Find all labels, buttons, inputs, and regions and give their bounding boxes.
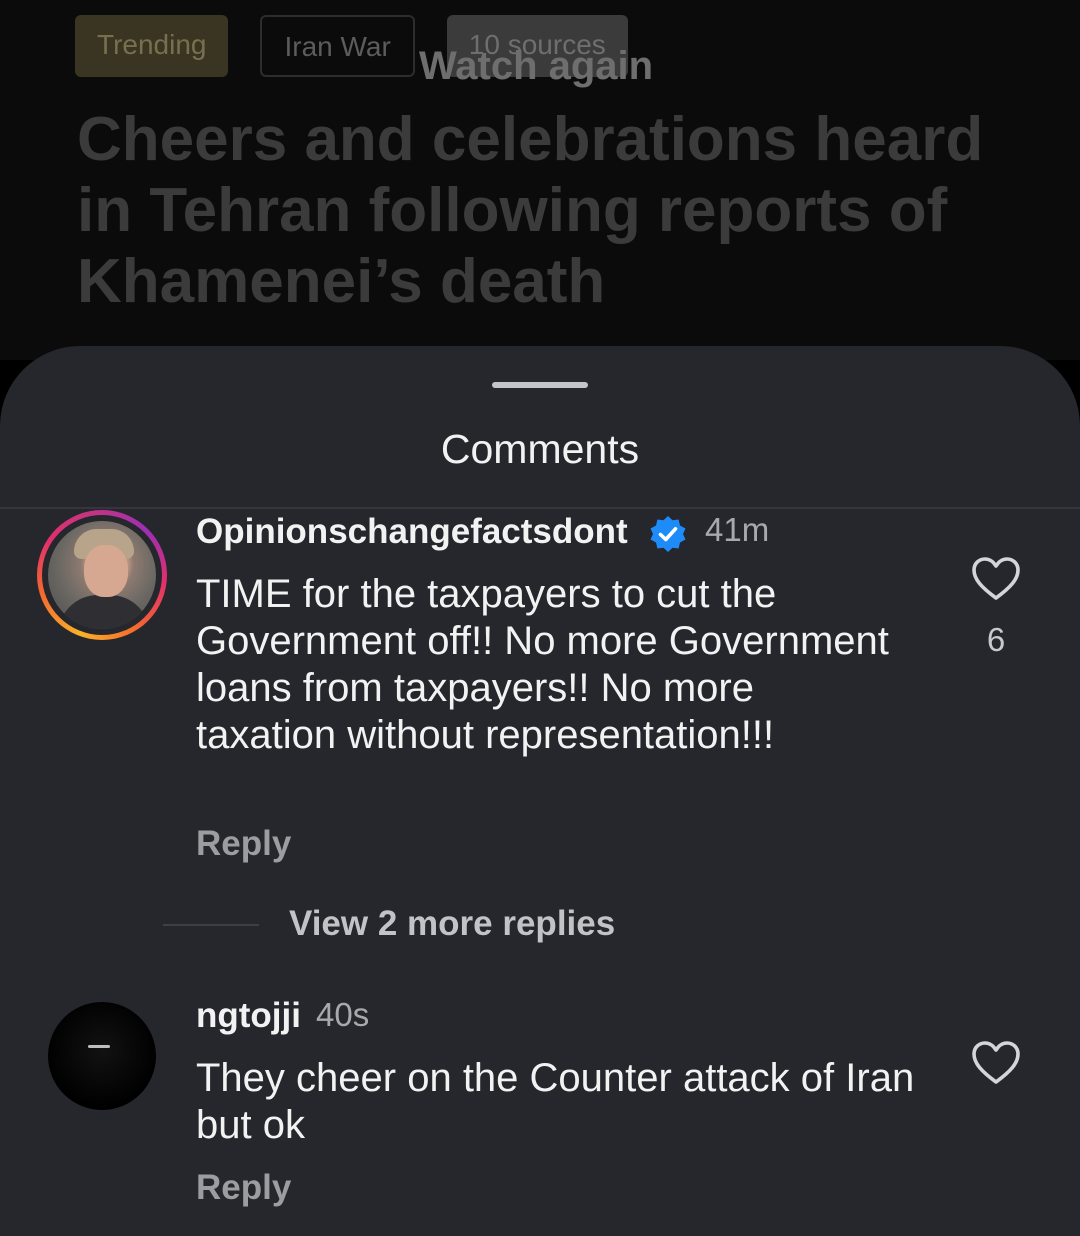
- like-count: 6: [986, 621, 1006, 658]
- comment-username[interactable]: Opinionschangefactsdont: [196, 512, 628, 552]
- verified-badge-icon: [650, 516, 686, 552]
- comment-username[interactable]: ngtojji: [196, 996, 301, 1036]
- comments-sheet: Comments Opinionschangefactsdont 41m TIM…: [0, 346, 1080, 1236]
- view-more-replies-button[interactable]: View 2 more replies: [289, 904, 615, 944]
- comment-time: 40s: [316, 996, 370, 1033]
- watch-again-overlay[interactable]: Watch again: [419, 44, 653, 89]
- comment-time: 41m: [705, 511, 770, 548]
- replies-divider-line: [163, 924, 259, 926]
- trending-tag[interactable]: Trending: [75, 15, 229, 77]
- topic-tag[interactable]: Iran War: [260, 15, 415, 77]
- comment-text: TIME for the taxpayers to cut the Govern…: [196, 572, 889, 757]
- sheet-divider: [0, 507, 1080, 509]
- article-background: Trending Iran War 10 sources Watch again…: [0, 0, 1080, 360]
- sheet-title: Comments: [440, 426, 640, 472]
- heart-icon[interactable]: [971, 556, 1021, 602]
- sheet-drag-handle[interactable]: [492, 382, 588, 388]
- article-headline: Cheers and celebrations heard in Tehran …: [77, 105, 984, 316]
- avatar[interactable]: [48, 1002, 156, 1110]
- comment-text: They cheer on the Counter attack of Iran…: [196, 1056, 915, 1147]
- avatar-photo: [48, 521, 156, 629]
- avatar[interactable]: [37, 510, 167, 640]
- reply-button[interactable]: Reply: [196, 1168, 291, 1208]
- reply-button[interactable]: Reply: [196, 824, 291, 864]
- heart-icon[interactable]: [971, 1040, 1021, 1086]
